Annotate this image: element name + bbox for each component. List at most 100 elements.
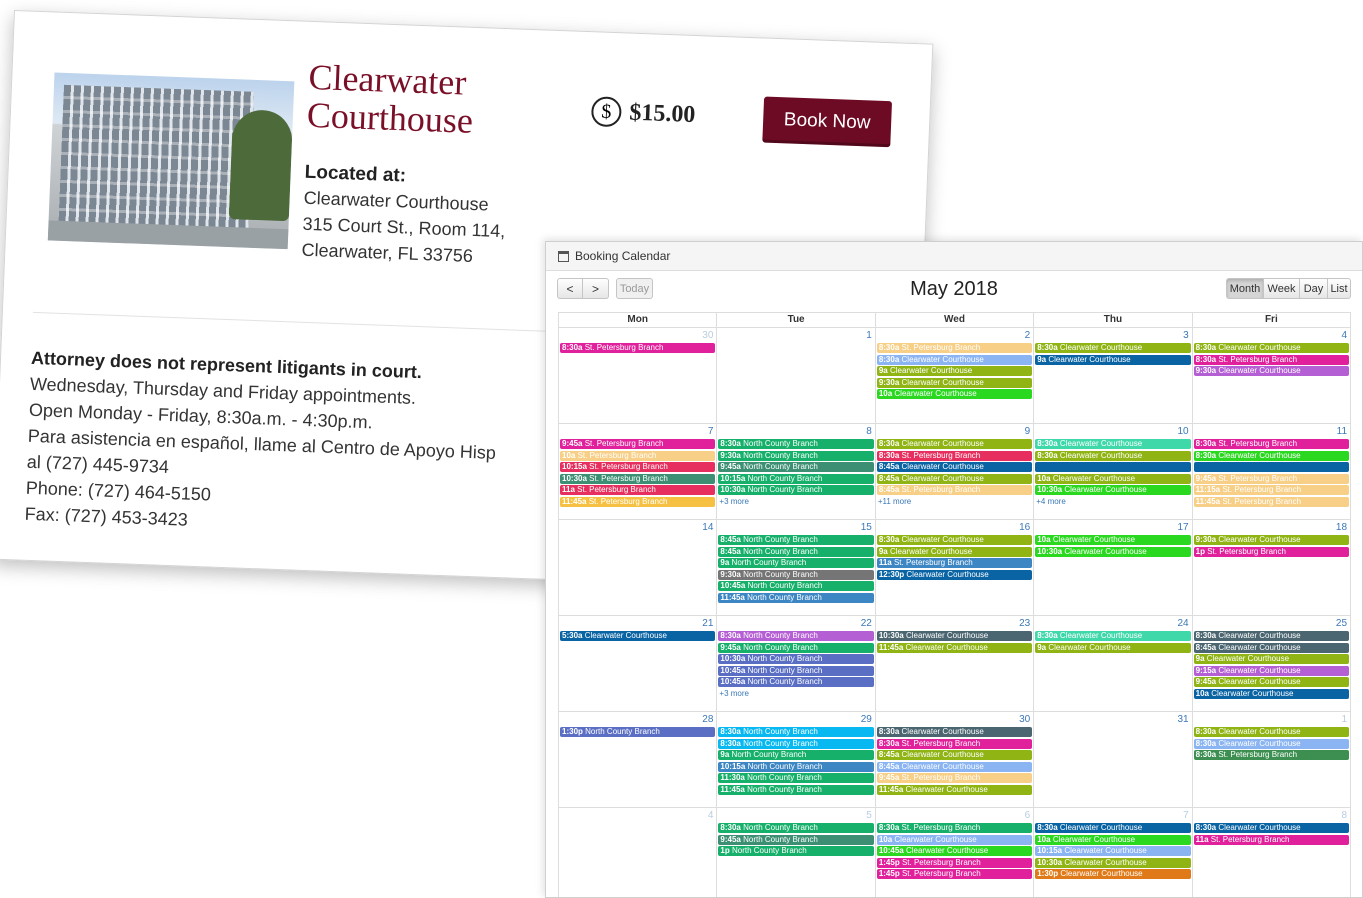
day-cell[interactable]: 31: [1034, 712, 1193, 807]
view-list-button[interactable]: List: [1327, 278, 1351, 299]
calendar-event[interactable]: 12:30p Clearwater Courthouse: [876, 569, 1033, 580]
day-number[interactable]: 11: [1337, 426, 1347, 437]
calendar-event[interactable]: 8:30a North County Branch: [718, 439, 874, 449]
more-events-link[interactable]: +4 more: [1036, 497, 1191, 507]
calendar-event[interactable]: 10:15a North County Branch: [718, 473, 874, 484]
calendar-event[interactable]: 1:30p Clearwater Courthouse: [1035, 869, 1191, 879]
day-cell[interactable]: 24 8:30a Clearwater Courthouse 9a Clearwat…: [1034, 616, 1193, 711]
day-cell[interactable]: 6 8:30a St. Petersburg Branch 10a Clearwat…: [876, 808, 1035, 897]
calendar-event[interactable]: 8:45a North County Branch: [718, 535, 874, 545]
day-cell[interactable]: 4 8:30a Clearwater Courthouse 8:30a St. Pe…: [1193, 328, 1350, 423]
day-number[interactable]: 9: [1025, 426, 1031, 437]
day-number[interactable]: 7: [708, 426, 714, 437]
calendar-event[interactable]: 10a Clearwater Courthouse: [1193, 688, 1350, 699]
calendar-event[interactable]: 5:30a Clearwater Courthouse: [560, 631, 716, 641]
calendar-event[interactable]: 8:30a Clearwater Courthouse: [876, 439, 1033, 449]
calendar-event[interactable]: 10:45a Clearwater Courthouse: [876, 846, 1033, 856]
calendar-event[interactable]: 8:30a St. Petersburg Branch: [1193, 750, 1350, 760]
day-number[interactable]: 16: [1019, 522, 1030, 533]
day-cell[interactable]: 1 8:30a Clearwater Courthouse 8:30a Clearw…: [1193, 712, 1350, 807]
calendar-event[interactable]: 10:45a North County Branch: [718, 581, 874, 591]
day-number[interactable]: 1: [866, 330, 872, 341]
calendar-event[interactable]: 1:45p St. Petersburg Branch: [876, 857, 1033, 868]
calendar-event[interactable]: 11:45a North County Branch: [718, 592, 874, 603]
calendar-event[interactable]: 8:30a Clearwater Courthouse: [1193, 823, 1350, 833]
calendar-event[interactable]: 8:30a Clearwater Courthouse: [1035, 450, 1191, 461]
calendar-event[interactable]: 8:45a Clearwater Courthouse: [876, 750, 1033, 760]
calendar-event[interactable]: 9:45a North County Branch: [718, 642, 874, 653]
calendar-event[interactable]: 10a Clearwater Courthouse: [1035, 535, 1191, 545]
calendar-event[interactable]: 8:30a Clearwater Courthouse: [1193, 450, 1350, 461]
calendar-event[interactable]: 1p North County Branch: [718, 846, 874, 856]
day-cell[interactable]: 30 8:30a Clearwater Courthouse 8:30a St. P…: [876, 712, 1035, 807]
calendar-event[interactable]: 11:45a Clearwater Courthouse: [876, 642, 1033, 653]
calendar-event[interactable]: 9:30a Clearwater Courthouse: [876, 377, 1033, 388]
day-number[interactable]: 18: [1336, 522, 1347, 533]
day-cell[interactable]: 4: [559, 808, 718, 897]
calendar-event[interactable]: 8:30a North County Branch: [718, 727, 874, 737]
calendar-event[interactable]: 10:45a North County Branch: [718, 677, 874, 687]
calendar-event[interactable]: 1:45p St. Petersburg Branch: [876, 869, 1033, 879]
calendar-event[interactable]: 10:30a Clearwater Courthouse: [1035, 485, 1191, 495]
calendar-event[interactable]: 10a Clearwater Courthouse: [1035, 834, 1191, 845]
today-button[interactable]: Today: [616, 278, 653, 299]
day-number[interactable]: 3: [1183, 330, 1189, 341]
day-number[interactable]: 8: [1341, 810, 1347, 821]
calendar-event[interactable]: 9:15a Clearwater Courthouse: [1193, 665, 1350, 676]
day-cell[interactable]: 23 10:30a Clearwater Courthouse 11:45a Cle…: [876, 616, 1035, 711]
day-cell[interactable]: 18 9:30a Clearwater Courthouse 1p St. Pete…: [1193, 520, 1350, 615]
calendar-event[interactable]: 8:30a St. Petersburg Branch: [876, 823, 1033, 833]
day-number[interactable]: 25: [1336, 618, 1347, 629]
calendar-event[interactable]: 9:45a Clearwater Courthouse: [1193, 677, 1350, 687]
calendar-event[interactable]: 8:30a St. Petersburg Branch: [876, 343, 1033, 353]
day-number[interactable]: 5: [866, 810, 872, 821]
day-number[interactable]: 15: [861, 522, 872, 533]
calendar-event[interactable]: 11:15a St. Petersburg Branch: [1193, 485, 1350, 495]
day-number[interactable]: 4: [708, 810, 714, 821]
calendar-event[interactable]: 9a Clearwater Courthouse: [1193, 654, 1350, 664]
calendar-event[interactable]: 9:45a North County Branch: [718, 462, 874, 472]
calendar-event[interactable]: [1035, 462, 1191, 472]
calendar-event[interactable]: [1193, 462, 1350, 472]
day-number[interactable]: 30: [1019, 714, 1030, 725]
calendar-event[interactable]: 8:30a St. Petersburg Branch: [1193, 439, 1350, 449]
calendar-event[interactable]: 9a Clearwater Courthouse: [1035, 354, 1191, 365]
calendar-event[interactable]: 10a St. Petersburg Branch: [560, 450, 716, 461]
calendar-event[interactable]: 10:30a St. Petersburg Branch: [560, 473, 716, 484]
day-number[interactable]: 28: [702, 714, 713, 725]
calendar-event[interactable]: 11a St. Petersburg Branch: [1193, 834, 1350, 845]
day-cell[interactable]: 28 1:30p North County Branch: [559, 712, 718, 807]
next-month-button[interactable]: >: [583, 278, 609, 299]
day-number[interactable]: 24: [1178, 618, 1189, 629]
day-number[interactable]: 10: [1178, 426, 1189, 437]
day-number[interactable]: 22: [861, 618, 872, 629]
day-number[interactable]: 2: [1025, 330, 1031, 341]
calendar-event[interactable]: 8:30a Clearwater Courthouse: [876, 727, 1033, 737]
calendar-event[interactable]: 8:45a Clearwater Courthouse: [876, 761, 1033, 772]
calendar-event[interactable]: 11a St. Petersburg Branch: [560, 485, 716, 495]
calendar-event[interactable]: 9:30a North County Branch: [718, 569, 874, 580]
calendar-event[interactable]: 10:30a Clearwater Courthouse: [1035, 857, 1191, 868]
calendar-event[interactable]: 11:45a North County Branch: [718, 784, 874, 795]
day-number[interactable]: 8: [866, 426, 872, 437]
calendar-event[interactable]: 8:30a Clearwater Courthouse: [1193, 738, 1350, 749]
calendar-event[interactable]: 10:30a Clearwater Courthouse: [876, 631, 1033, 641]
calendar-event[interactable]: 11:45a St. Petersburg Branch: [560, 496, 716, 507]
calendar-event[interactable]: 8:30a St. Petersburg Branch: [560, 343, 716, 353]
day-cell[interactable]: 14: [559, 520, 718, 615]
day-cell[interactable]: 9 8:30a Clearwater Courthouse 8:30a St. Pe…: [876, 424, 1035, 519]
day-number[interactable]: 23: [1019, 618, 1030, 629]
calendar-event[interactable]: 9a Clearwater Courthouse: [1035, 642, 1191, 653]
calendar-event[interactable]: 10a Clearwater Courthouse: [876, 389, 1033, 399]
calendar-event[interactable]: 8:45a Clearwater Courthouse: [876, 473, 1033, 484]
calendar-event[interactable]: 10:30a Clearwater Courthouse: [1035, 546, 1191, 557]
day-cell[interactable]: 8 8:30a Clearwater Courthouse 11a St. Pete…: [1193, 808, 1350, 897]
day-number[interactable]: 30: [702, 330, 713, 341]
calendar-event[interactable]: 8:30a Clearwater Courthouse: [1035, 439, 1191, 449]
day-number[interactable]: 4: [1341, 330, 1347, 341]
calendar-event[interactable]: 8:30a St. Petersburg Branch: [1193, 354, 1350, 365]
calendar-event[interactable]: 8:45a St. Petersburg Branch: [876, 485, 1033, 495]
calendar-event[interactable]: 8:30a Clearwater Courthouse: [1193, 631, 1350, 641]
more-events-link[interactable]: +11 more: [878, 497, 1033, 507]
day-cell[interactable]: 10 8:30a Clearwater Courthouse 8:30a Clear…: [1034, 424, 1193, 519]
